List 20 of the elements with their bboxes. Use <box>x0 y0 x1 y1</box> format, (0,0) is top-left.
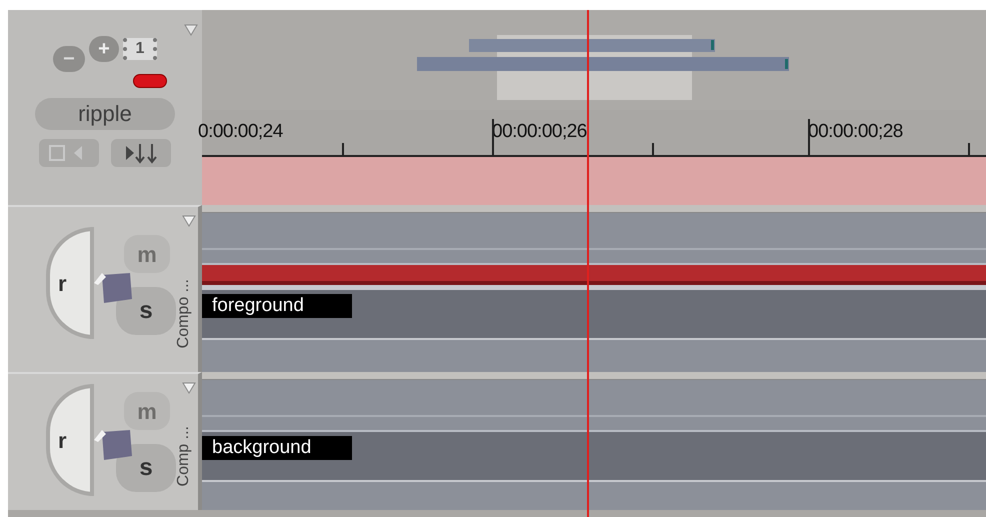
track-title: Compo ... <box>174 278 193 348</box>
timecode-label: 00:00:00;26 <box>492 120 587 144</box>
timecode-label: 0:00:00;24 <box>198 120 283 144</box>
zoom-in-button[interactable]: + <box>89 36 119 62</box>
playhead-line[interactable] <box>586 10 589 517</box>
record-button[interactable]: r <box>46 227 94 339</box>
frame-button[interactable]: 1 <box>123 38 157 60</box>
clip-name: background <box>202 436 352 460</box>
dropdown-triangle-icon[interactable] <box>182 382 196 394</box>
record-button[interactable]: r <box>46 384 94 496</box>
ripple-button[interactable]: ripple <box>35 98 175 130</box>
timecode-label: 00:00:00;28 <box>808 120 903 144</box>
dropdown-triangle-icon[interactable] <box>184 24 198 36</box>
track-title: Comp ... <box>174 426 193 486</box>
clip-name: foreground <box>202 294 352 318</box>
solo-button[interactable]: s <box>116 287 176 335</box>
record-indicator[interactable] <box>133 74 167 88</box>
solo-button[interactable]: s <box>116 444 176 492</box>
next-edit-icon[interactable] <box>110 138 172 168</box>
dropdown-triangle-icon[interactable] <box>182 215 196 227</box>
